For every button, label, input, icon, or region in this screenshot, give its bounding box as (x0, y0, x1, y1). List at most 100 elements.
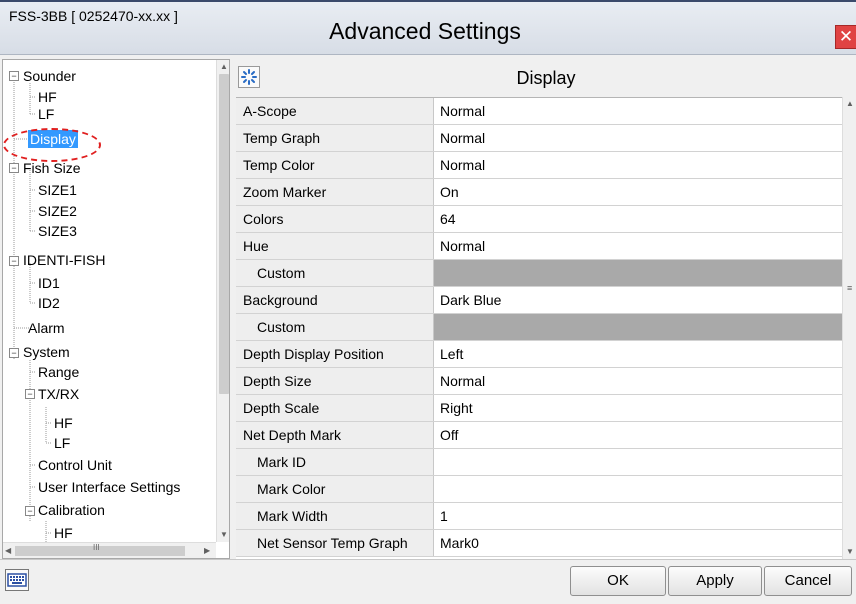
setting-row-mark-id[interactable]: Mark ID (236, 449, 842, 476)
tree-item-id2[interactable]: ID2 (38, 294, 60, 312)
setting-row-background[interactable]: Background Dark Blue (236, 287, 842, 314)
setting-name: Colors (236, 206, 434, 232)
tree-item-fish-size[interactable]: Fish Size (23, 159, 81, 177)
setting-row-depth-display-position[interactable]: Depth Display Position Left (236, 341, 842, 368)
setting-value[interactable]: Normal (434, 368, 842, 394)
device-id-label: FSS-3BB [ 0252470-xx.xx ] (9, 8, 178, 24)
settings-tree[interactable]: − Sounder HF LF Display − Fish Size SIZE… (2, 59, 230, 559)
setting-value[interactable] (434, 449, 842, 475)
scroll-up-arrow-icon[interactable]: ▲ (220, 62, 228, 71)
scroll-down-arrow-icon[interactable]: ▼ (846, 547, 854, 556)
setting-value[interactable]: Normal (434, 125, 842, 151)
settings-grid: A-Scope Normal Temp Graph Normal Temp Co… (236, 97, 842, 560)
tree-item-calibration[interactable]: Calibration (38, 501, 105, 519)
tree-item-identi-fish[interactable]: IDENTI-FISH (23, 251, 105, 269)
tree-item-user-interface-settings[interactable]: User Interface Settings (38, 478, 180, 496)
close-button[interactable]: ✕ (835, 25, 856, 49)
tree-item-control-unit[interactable]: Control Unit (38, 456, 112, 474)
setting-value[interactable]: Off (434, 422, 842, 448)
scroll-left-arrow-icon[interactable]: ◀ (5, 546, 11, 555)
footer-bar: OK Apply Cancel (0, 559, 856, 604)
close-icon: ✕ (838, 27, 854, 46)
tree-item-sounder[interactable]: Sounder (23, 67, 76, 85)
setting-row-hue[interactable]: Hue Normal (236, 233, 842, 260)
tree-horizontal-scrollbar[interactable]: ◀ III ▶ (3, 542, 216, 558)
setting-name: A-Scope (236, 98, 434, 124)
tree-item-sounder-lf[interactable]: LF (38, 105, 54, 123)
scroll-grip-icon: III (93, 543, 100, 552)
setting-value[interactable]: 1 (434, 503, 842, 529)
tree-item-alarm[interactable]: Alarm (28, 319, 65, 337)
setting-row-temp-color[interactable]: Temp Color Normal (236, 152, 842, 179)
setting-name: Custom (236, 314, 434, 340)
tree-item-id1[interactable]: ID1 (38, 274, 60, 292)
identi-fish-collapse-icon[interactable]: − (9, 256, 19, 266)
scroll-up-arrow-icon[interactable]: ▲ (846, 99, 854, 108)
tree-vertical-scrollbar[interactable]: ▲ ▼ (216, 60, 229, 542)
panel-header: Display (236, 63, 856, 95)
setting-name: Hue (236, 233, 434, 259)
setting-value[interactable]: Left (434, 341, 842, 367)
setting-row-mark-width[interactable]: Mark Width 1 (236, 503, 842, 530)
setting-row-temp-graph[interactable]: Temp Graph Normal (236, 125, 842, 152)
setting-value[interactable]: 64 (434, 206, 842, 232)
setting-value[interactable]: Dark Blue (434, 287, 842, 313)
keyboard-button[interactable] (5, 569, 29, 591)
grid-vertical-scrollbar[interactable]: ▲ ≡ ▼ (842, 97, 856, 559)
sounder-collapse-icon[interactable]: − (9, 71, 19, 81)
apply-button[interactable]: Apply (668, 566, 762, 596)
setting-value[interactable]: Normal (434, 98, 842, 124)
system-collapse-icon[interactable]: − (9, 348, 19, 358)
setting-row-background-custom: Custom (236, 314, 842, 341)
scroll-down-arrow-icon[interactable]: ▼ (220, 530, 228, 539)
tree-item-display[interactable]: Display (28, 130, 78, 148)
calibration-collapse-icon[interactable]: − (25, 506, 35, 516)
setting-row-depth-size[interactable]: Depth Size Normal (236, 368, 842, 395)
setting-row-net-depth-mark[interactable]: Net Depth Mark Off (236, 422, 842, 449)
setting-row-mark-color[interactable]: Mark Color (236, 476, 842, 503)
title-bar: FSS-3BB [ 0252470-xx.xx ] Advanced Setti… (0, 2, 856, 55)
setting-value-disabled (434, 314, 842, 340)
cancel-button[interactable]: Cancel (764, 566, 852, 596)
setting-name: Net Depth Mark (236, 422, 434, 448)
setting-name: Depth Scale (236, 395, 434, 421)
tree-item-size1[interactable]: SIZE1 (38, 181, 77, 199)
setting-name: Zoom Marker (236, 179, 434, 205)
setting-row-colors[interactable]: Colors 64 (236, 206, 842, 233)
tree-item-calibration-hf[interactable]: HF (54, 524, 73, 542)
setting-value[interactable]: Right (434, 395, 842, 421)
setting-value[interactable]: Normal (434, 152, 842, 178)
tree-item-txrx-hf[interactable]: HF (54, 414, 73, 432)
setting-name: Background (236, 287, 434, 313)
txrx-collapse-icon[interactable]: − (25, 389, 35, 399)
setting-name: Mark Color (236, 476, 434, 502)
tree-item-txrx-lf[interactable]: LF (54, 434, 70, 452)
advanced-settings-window: FSS-3BB [ 0252470-xx.xx ] Advanced Setti… (0, 0, 856, 604)
setting-row-zoom-marker[interactable]: Zoom Marker On (236, 179, 842, 206)
ok-button[interactable]: OK (570, 566, 666, 596)
setting-value[interactable]: Mark0 (434, 530, 842, 556)
setting-name: Depth Size (236, 368, 434, 394)
tree-item-system[interactable]: System (23, 343, 70, 361)
setting-row-depth-scale[interactable]: Depth Scale Right (236, 395, 842, 422)
tree-item-size3[interactable]: SIZE3 (38, 222, 77, 240)
setting-value[interactable]: Normal (434, 233, 842, 259)
setting-name: Temp Graph (236, 125, 434, 151)
tree-item-txrx[interactable]: TX/RX (38, 385, 79, 403)
tree-scroll-thumb[interactable] (219, 74, 229, 394)
tree-hscroll-thumb[interactable]: III (15, 543, 185, 556)
fish-size-collapse-icon[interactable]: − (9, 163, 19, 173)
tree-item-size2[interactable]: SIZE2 (38, 202, 77, 220)
tree-item-range[interactable]: Range (38, 363, 79, 381)
setting-name: Mark Width (236, 503, 434, 529)
setting-value[interactable] (434, 476, 842, 502)
setting-row-a-scope[interactable]: A-Scope Normal (236, 98, 842, 125)
scroll-grip-icon: ≡ (847, 283, 853, 293)
setting-value[interactable]: On (434, 179, 842, 205)
tree-item-sounder-hf[interactable]: HF (38, 88, 57, 106)
scroll-right-arrow-icon[interactable]: ▶ (204, 546, 210, 555)
setting-name: Net Sensor Temp Graph (236, 530, 434, 556)
setting-row-net-sensor-temp-graph[interactable]: Net Sensor Temp Graph Mark0 (236, 530, 842, 557)
setting-name: Temp Color (236, 152, 434, 178)
setting-name: Mark ID (236, 449, 434, 475)
